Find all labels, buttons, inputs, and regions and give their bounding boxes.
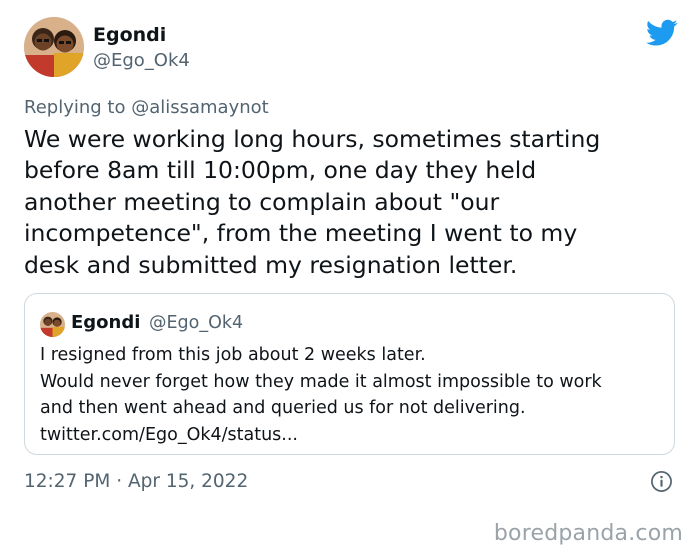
quote-author-name: Egondi bbox=[71, 312, 141, 333]
info-icon[interactable] bbox=[650, 470, 673, 493]
author-avatar[interactable] bbox=[24, 17, 84, 77]
quote-author-handle: @Ego_Ok4 bbox=[149, 313, 244, 333]
author-handle[interactable]: @Ego_Ok4 bbox=[93, 49, 190, 73]
author-name[interactable]: Egondi bbox=[93, 22, 166, 48]
boredpanda-watermark: boredpanda.com bbox=[493, 521, 683, 546]
tweet-text: We were working long hours, sometimes st… bbox=[24, 125, 601, 279]
quoted-tweet[interactable]: Egondi @Ego_Ok4 I resigned from this job… bbox=[24, 293, 675, 455]
twitter-bird-icon[interactable] bbox=[646, 19, 678, 47]
tweet-card: Egondi @Ego_Ok4 Replying to @alissamayno… bbox=[0, 0, 700, 505]
replying-to-line[interactable]: Replying to @alissamaynot bbox=[24, 96, 269, 120]
quote-author-avatar bbox=[40, 312, 65, 337]
tweet-timestamp[interactable]: 12:27 PM · Apr 15, 2022 bbox=[24, 470, 248, 494]
quote-text: I resigned from this job about 2 weeks l… bbox=[40, 345, 602, 445]
